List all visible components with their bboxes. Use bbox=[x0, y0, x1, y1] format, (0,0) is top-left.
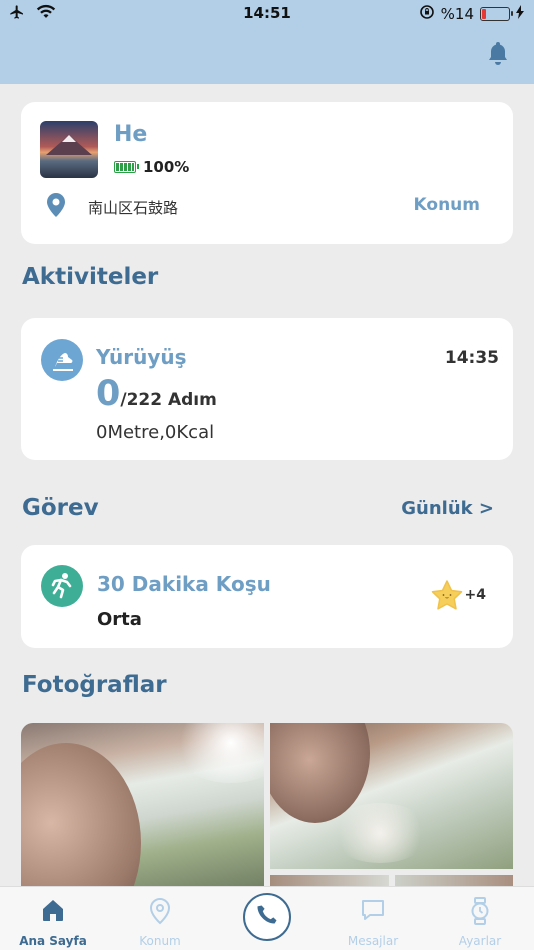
activity-meta: 0Metre,0Kcal bbox=[96, 422, 215, 443]
location-link[interactable]: Konum bbox=[414, 195, 480, 215]
avatar-snowcap bbox=[62, 135, 76, 142]
tasks-title: Görev bbox=[22, 495, 99, 521]
step-goal: /222 Adım bbox=[120, 390, 217, 410]
battery-percent: %14 bbox=[440, 5, 474, 23]
photo-finger-blur bbox=[21, 743, 141, 893]
call-button[interactable] bbox=[243, 893, 291, 941]
walking-shoe-icon bbox=[41, 339, 83, 381]
photos-title: Fotoğraflar bbox=[22, 672, 167, 698]
task-title: 30 Dakika Koşu bbox=[97, 572, 271, 596]
phone-icon bbox=[255, 903, 279, 931]
status-bar: 14:51 %14 bbox=[0, 0, 534, 28]
device-battery-icon bbox=[114, 161, 139, 173]
tab-home-label: Ana Sayfa bbox=[19, 934, 87, 948]
tab-messages-label: Mesajlar bbox=[347, 934, 399, 948]
activity-card[interactable]: Yürüyüş 14:35 0/222 Adım 0Metre,0Kcal bbox=[21, 318, 513, 460]
tab-settings-label: Ayarlar bbox=[458, 934, 502, 948]
device-name: He bbox=[114, 122, 148, 147]
tab-settings[interactable]: Ayarlar bbox=[435, 887, 525, 950]
photo-thumbnail[interactable] bbox=[21, 723, 264, 893]
photo-light-glare bbox=[330, 803, 430, 863]
battery-icon bbox=[480, 7, 513, 21]
tab-home[interactable]: Ana Sayfa bbox=[8, 887, 98, 950]
tab-location[interactable]: Konum bbox=[115, 887, 205, 950]
running-person-icon bbox=[41, 565, 83, 607]
daily-tasks-link[interactable]: Günlük > bbox=[401, 498, 494, 519]
rotation-lock-icon bbox=[419, 4, 435, 24]
battery-fill bbox=[482, 9, 486, 19]
status-right: %14 bbox=[419, 4, 524, 24]
tab-messages[interactable]: Mesajlar bbox=[328, 887, 418, 950]
location-tab-icon bbox=[115, 897, 205, 925]
task-reward: +4 bbox=[464, 587, 486, 603]
device-battery-percent: 100% bbox=[143, 158, 190, 176]
message-bubble-icon bbox=[328, 897, 418, 923]
photo-light-glare bbox=[171, 723, 264, 783]
watch-icon bbox=[435, 897, 525, 925]
home-icon bbox=[8, 897, 98, 923]
activity-steps: 0/222 Adım bbox=[96, 374, 217, 414]
task-level: Orta bbox=[97, 609, 142, 630]
task-card[interactable]: 30 Dakika Koşu Orta +4 bbox=[21, 545, 513, 648]
device-card[interactable]: He 100% 南山区石鼓路 Konum bbox=[21, 102, 513, 244]
top-header: 14:51 %14 bbox=[0, 0, 534, 84]
device-address: 南山区石鼓路 bbox=[88, 199, 179, 217]
activity-time: 14:35 bbox=[444, 348, 499, 368]
device-avatar[interactable] bbox=[40, 121, 98, 178]
star-reward-icon bbox=[430, 579, 464, 615]
charging-icon bbox=[516, 5, 524, 23]
step-count: 0 bbox=[96, 374, 121, 414]
notification-bell-icon[interactable] bbox=[486, 40, 510, 70]
location-pin-icon bbox=[45, 192, 67, 222]
tab-location-label: Konum bbox=[139, 934, 181, 948]
photo-thumbnail[interactable] bbox=[270, 723, 513, 869]
activity-title: Yürüyüş bbox=[96, 345, 187, 369]
activities-title: Aktiviteler bbox=[22, 264, 159, 290]
